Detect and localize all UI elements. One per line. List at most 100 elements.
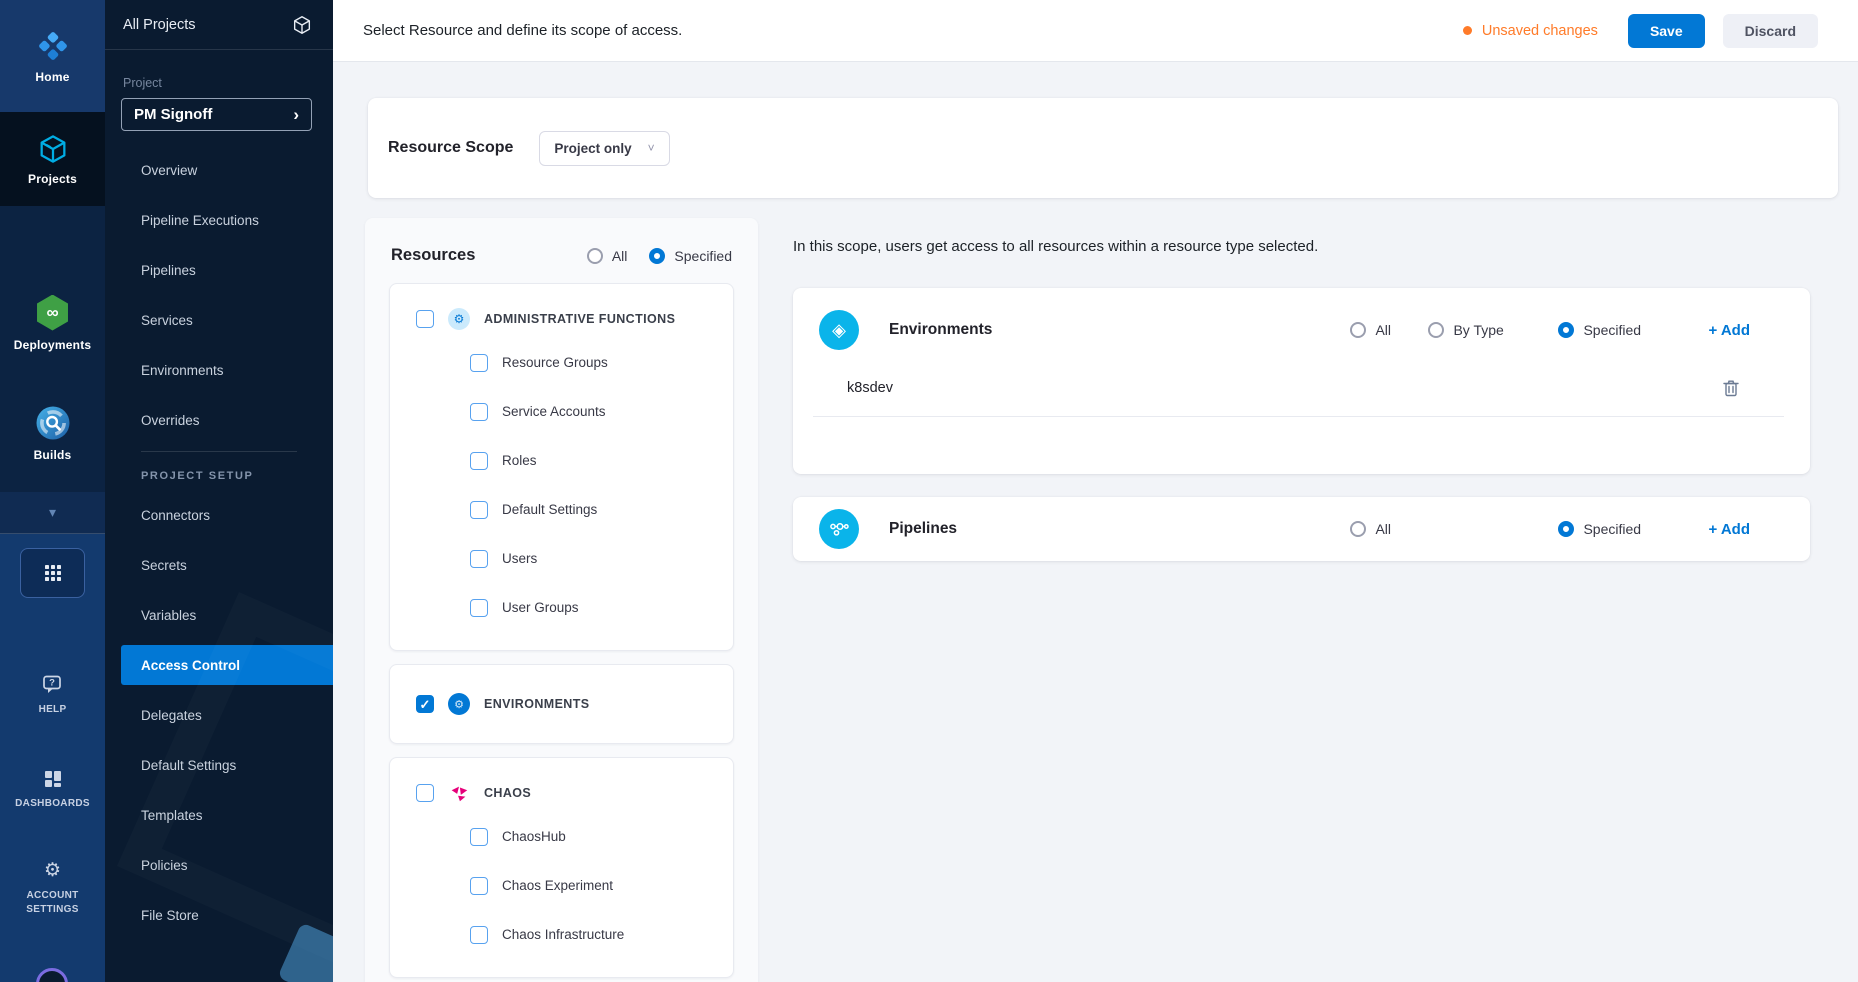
unsaved-dot-icon <box>1463 26 1472 35</box>
discard-button[interactable]: Discard <box>1723 14 1818 48</box>
pipelines-radio-specified-label: Specified <box>1583 521 1641 537</box>
checkbox-chaos-infrastructure[interactable] <box>470 926 488 944</box>
checkbox-roles[interactable] <box>470 452 488 470</box>
pipelines-radio-specified[interactable] <box>1558 521 1574 537</box>
resources-panel: Resources All Specified ⚙ <box>365 218 758 982</box>
cube-icon <box>291 14 313 36</box>
checkbox-service-accounts[interactable] <box>470 403 488 421</box>
checkbox-resource-groups[interactable] <box>470 354 488 372</box>
rail-item-home[interactable]: Home <box>0 0 105 112</box>
resource-scope-select[interactable]: Project only ˅ <box>539 131 669 166</box>
rail-label-help: HELP <box>39 703 67 718</box>
rail-item-deployments[interactable]: ∞ Deployments <box>0 281 105 365</box>
environments-add-button[interactable]: + Add <box>1708 322 1750 339</box>
rail-expand-toggle[interactable]: ▾ <box>0 492 105 534</box>
child-label: ChaosHub <box>502 829 566 844</box>
check-icon: ✓ <box>420 698 431 711</box>
checkbox-user-groups[interactable] <box>470 599 488 617</box>
group-label: ENVIRONMENTS <box>484 697 590 711</box>
all-projects-header[interactable]: All Projects <box>105 0 333 50</box>
environments-scope-card: ◈ Environments All By Type Specified <box>793 288 1810 474</box>
child-label: Users <box>502 551 537 566</box>
chaos-icon <box>448 782 470 804</box>
child-label: Chaos Experiment <box>502 878 613 893</box>
rail-label-builds: Builds <box>34 448 72 462</box>
sidebar-item-services[interactable]: Services <box>105 295 333 345</box>
sidebar-item-overview[interactable]: Overview <box>105 145 333 195</box>
checkbox-chaos-experiment[interactable] <box>470 877 488 895</box>
sidebar-item-pipelines[interactable]: Pipelines <box>105 245 333 295</box>
sidebar-item-overrides[interactable]: Overrides <box>105 395 333 445</box>
child-label: User Groups <box>502 600 579 615</box>
environments-radio-specified-label: Specified <box>1583 322 1641 338</box>
save-button[interactable]: Save <box>1628 14 1705 48</box>
child-label: Chaos Infrastructure <box>502 927 624 942</box>
checkbox-default-settings[interactable] <box>470 501 488 519</box>
project-selector[interactable]: PM Signoff › <box>121 98 312 131</box>
content: Resource Scope Project only ˅ Resources … <box>333 62 1858 982</box>
delete-icon[interactable] <box>1722 378 1740 398</box>
main-area: Select Resource and define its scope of … <box>333 0 1858 982</box>
checkbox-environments[interactable]: ✓ <box>416 695 434 713</box>
rail-label-dashboards: DASHBOARDS <box>15 797 90 812</box>
rail-item-builds[interactable]: Builds <box>0 391 105 475</box>
pipelines-card-title: Pipelines <box>889 520 957 538</box>
resources-radio-all[interactable] <box>587 248 603 264</box>
rail-item-projects[interactable]: Projects <box>0 112 105 206</box>
child-label: Resource Groups <box>502 355 608 370</box>
environments-radio-all-label: All <box>1375 322 1391 338</box>
child-label: Roles <box>502 453 537 468</box>
environments-radio-all[interactable] <box>1350 322 1366 338</box>
project-label: Project <box>123 76 333 90</box>
resource-group-environments: ✓ ⚙ ENVIRONMENTS <box>389 664 734 744</box>
checkbox-chaoshub[interactable] <box>470 828 488 846</box>
sidebar-item-pipeline-executions[interactable]: Pipeline Executions <box>105 195 333 245</box>
help-icon: ? <box>41 674 65 696</box>
topbar: Select Resource and define its scope of … <box>333 0 1858 62</box>
sidebar-item-connectors[interactable]: Connectors <box>105 490 333 540</box>
rail-item-help[interactable]: ? HELP <box>0 666 105 726</box>
resources-radio-specified[interactable] <box>649 248 665 264</box>
environments-group-icon: ⚙ <box>448 693 470 715</box>
checkbox-users[interactable] <box>470 550 488 568</box>
resource-scope-value: Project only <box>554 141 631 156</box>
unsaved-changes-label: Unsaved changes <box>1482 23 1598 39</box>
pipelines-radio-all-label: All <box>1375 521 1391 537</box>
rail-item-dashboards[interactable]: DASHBOARDS <box>0 758 105 822</box>
environment-item-name: k8sdev <box>847 380 893 396</box>
sidebar-item-environments[interactable]: Environments <box>105 345 333 395</box>
chevron-right-icon: › <box>293 105 299 125</box>
project-sidebar: All Projects Project PM Signoff › Overvi… <box>105 0 333 982</box>
pipelines-icon <box>819 509 859 549</box>
gear-icon: ⚙ <box>44 859 61 882</box>
home-icon <box>36 29 70 63</box>
sidebar-item-secrets[interactable]: Secrets <box>105 540 333 590</box>
chevron-down-icon: ˅ <box>648 141 655 155</box>
resource-scope-title: Resource Scope <box>388 139 513 157</box>
environment-item-row: k8sdev <box>813 378 1784 417</box>
page-description: Select Resource and define its scope of … <box>363 22 682 39</box>
environments-icon: ◈ <box>819 310 859 350</box>
checkbox-chaos[interactable] <box>416 784 434 802</box>
group-label: ADMINISTRATIVE FUNCTIONS <box>484 312 675 326</box>
pipelines-add-button[interactable]: + Add <box>1708 521 1750 538</box>
builds-icon <box>35 405 71 441</box>
checkbox-administrative-functions[interactable] <box>416 310 434 328</box>
rail-label-account-settings: ACCOUNT SETTINGS <box>26 889 78 918</box>
projects-icon <box>37 133 69 165</box>
environments-radio-specified[interactable] <box>1558 322 1574 338</box>
resources-radio-all-label: All <box>612 248 628 264</box>
environments-radio-by-type[interactable] <box>1428 322 1444 338</box>
module-switcher-button[interactable] <box>20 548 85 598</box>
pipelines-radio-all[interactable] <box>1350 521 1366 537</box>
grid-icon <box>43 563 63 583</box>
resource-group-chaos: CHAOS ChaosHub Chaos Experiment Chaos In… <box>389 757 734 978</box>
group-label: CHAOS <box>484 786 531 800</box>
rail-label-deployments: Deployments <box>14 338 92 352</box>
chevron-down-icon: ▾ <box>49 504 56 521</box>
svg-text:?: ? <box>49 678 55 689</box>
child-label: Service Accounts <box>502 404 606 419</box>
rail-item-account-settings[interactable]: ⚙ ACCOUNT SETTINGS <box>0 850 105 926</box>
environments-card-title: Environments <box>889 321 992 339</box>
all-projects-label: All Projects <box>123 17 291 33</box>
